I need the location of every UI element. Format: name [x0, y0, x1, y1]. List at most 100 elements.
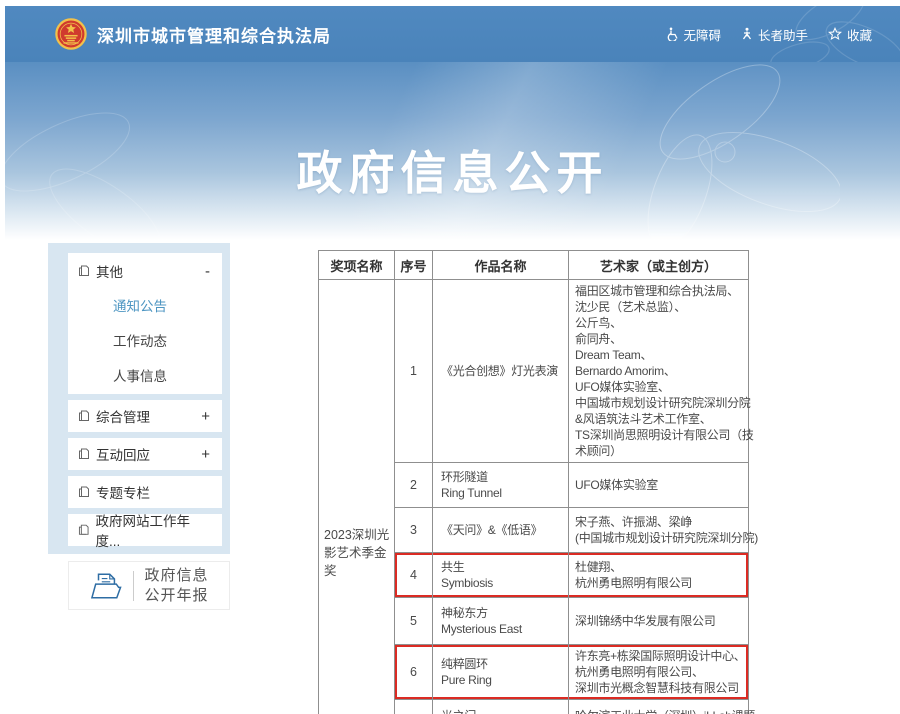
column-header-award-name: 奖项名称: [319, 251, 395, 280]
person-icon: [741, 27, 753, 41]
sidebar-item-personnel-info[interactable]: 人事信息: [68, 359, 222, 394]
artist-line: Bernardo Amorim、: [575, 363, 748, 379]
work-name-cell: 共生Symbiosis: [433, 553, 569, 598]
banner-flower-decoration-left: [5, 92, 235, 240]
artist-line: 俞同舟、: [575, 331, 748, 347]
sidebar-item-work-dynamics[interactable]: 工作动态: [68, 324, 222, 359]
column-header-artist: 艺术家（或主创方）: [569, 251, 749, 280]
artist-cell: UFO媒体实验室: [569, 463, 749, 508]
work-name-line: Symbiosis: [441, 575, 566, 591]
artist-line: &风语筑法斗艺术工作室、: [575, 411, 748, 427]
artist-line: TS深圳尚思照明设计有限公司（技: [575, 427, 748, 443]
artist-line: 杜健翔、: [575, 559, 748, 575]
sidebar-item-label: 互动回应: [96, 444, 150, 464]
artist-cell: 杜健翔、杭州勇电照明有限公司: [569, 553, 749, 598]
sidebar-group-interactive-response: 互动回应 +: [68, 438, 222, 470]
awards-table-body: 2023深圳光影艺术季金奖1 《光合创想》灯光表演福田区城市管理和综合执法局、沈少…: [319, 280, 749, 714]
document-icon: [78, 524, 90, 536]
table-row: 2023深圳光影艺术季金奖1《光合创想》灯光表演福田区城市管理和综合执法局、沈少…: [319, 280, 749, 463]
sidebar-group-special-columns: 专题专栏: [68, 476, 222, 508]
expand-icon[interactable]: +: [201, 447, 210, 462]
artist-line: 公斤鸟、: [575, 315, 748, 331]
artist-line: 许东亮+栋梁国际照明设计中心、: [575, 648, 748, 664]
document-icon: [78, 265, 90, 277]
work-name-line: 神秘东方: [441, 605, 566, 621]
seq-cell: 6: [395, 645, 433, 700]
sidebar-item-label: 政府网站工作年度...: [96, 510, 210, 550]
favorite-link[interactable]: 收藏: [828, 25, 872, 44]
work-name-line: Pure Ring: [441, 672, 566, 688]
sidebar-item-label: 综合管理: [96, 406, 150, 426]
divider: [133, 571, 134, 601]
award-name-cell: 2023深圳光影艺术季金奖: [319, 280, 395, 714]
column-header-work-name: 作品名称: [433, 251, 569, 280]
work-name-cell: 《光合创想》灯光表演: [433, 280, 569, 463]
document-icon: [78, 410, 90, 422]
seq-cell: 2: [395, 463, 433, 508]
sidebar-item-label: 专题专栏: [96, 482, 150, 502]
work-name-line: Mysterious East: [441, 621, 566, 637]
artist-line: Dream Team、: [575, 347, 748, 363]
star-icon: [828, 27, 842, 41]
page: 深圳市城市管理和综合执法局 无障碍 长者助手: [0, 0, 900, 714]
banner-flower-decoration: [540, 62, 840, 240]
work-name-cell: 纯粹圆环Pure Ring: [433, 645, 569, 700]
document-icon: [78, 486, 90, 498]
sidebar-item-interactive-response[interactable]: 互动回应 +: [68, 438, 222, 470]
work-name-cell: 光之门Door of Light: [433, 700, 569, 714]
seq-cell: 5: [395, 598, 433, 645]
elder-assistant-link[interactable]: 长者助手: [741, 25, 808, 44]
sidebar-group-comprehensive-management: 综合管理 +: [68, 400, 222, 432]
sidebar-item-notice-announcement[interactable]: 通知公告: [68, 289, 222, 324]
work-name-line: 光之门: [441, 708, 566, 714]
work-name-line: 《天问》&《低语》: [441, 522, 566, 538]
sidebar-group-other: 其他 - 通知公告 工作动态 人事信息: [68, 253, 222, 394]
sidebar-item-other[interactable]: 其他 -: [68, 253, 222, 289]
annual-report-card[interactable]: 政府信息 公开年报: [68, 561, 230, 610]
banner: 政府信息公开: [5, 62, 900, 240]
work-name-cell: 神秘东方Mysterious East: [433, 598, 569, 645]
artist-line: 杭州勇电照明有限公司: [575, 575, 748, 591]
header-links: 无障碍 长者助手 收藏: [665, 25, 872, 44]
document-icon: [78, 448, 90, 460]
site-title: 深圳市城市管理和综合执法局: [97, 22, 331, 47]
sidebar-item-website-annual-report[interactable]: 政府网站工作年度...: [68, 514, 222, 546]
expand-icon[interactable]: +: [201, 409, 210, 424]
artist-cell: 福田区城市管理和综合执法局、沈少民（艺术总监）、公斤鸟、俞同舟、Dream Te…: [569, 280, 749, 463]
artist-line: 哈尔滨工业大学（深圳）iLLab课题: [575, 708, 748, 714]
work-name-line: 共生: [441, 559, 566, 575]
seq-cell: 3: [395, 508, 433, 553]
work-name-line: 纯粹圆环: [441, 656, 566, 672]
artist-line: (中国城市规划设计研究院深圳分院): [575, 530, 748, 546]
accessibility-label: 无障碍: [683, 25, 721, 44]
folder-icon: [89, 571, 123, 601]
work-name-cell: 《天问》&《低语》: [433, 508, 569, 553]
elder-assistant-label: 长者助手: [758, 25, 808, 44]
favorite-label: 收藏: [847, 25, 872, 44]
artist-line: 沈少民（艺术总监）、: [575, 299, 748, 315]
sidebar-item-comprehensive-management[interactable]: 综合管理 +: [68, 400, 222, 432]
artist-line: 中国城市规划设计研究院深圳分院: [575, 395, 748, 411]
seq-cell: 1: [395, 280, 433, 463]
artist-line: 深圳锦绣中华发展有限公司: [575, 613, 748, 629]
national-emblem-logo: [55, 18, 87, 50]
table-header-row: 奖项名称 序号 作品名称 艺术家（或主创方）: [319, 251, 749, 280]
sidebar-item-special-columns[interactable]: 专题专栏: [68, 476, 222, 508]
artist-cell: 深圳锦绣中华发展有限公司: [569, 598, 749, 645]
sidebar: 其他 - 通知公告 工作动态 人事信息 综合管理 +: [48, 243, 230, 554]
artist-line: 杭州勇电照明有限公司、: [575, 664, 748, 680]
work-name-line: 环形隧道: [441, 469, 566, 485]
collapse-icon[interactable]: -: [205, 264, 210, 279]
awards-table: 奖项名称 序号 作品名称 艺术家（或主创方） 2023深圳光影艺术季金奖1 《光合…: [318, 250, 749, 714]
artist-line: 宋子燕、许振湖、梁峥: [575, 514, 748, 530]
work-name-line: 《光合创想》灯光表演: [441, 363, 566, 379]
sidebar-group-website-annual: 政府网站工作年度...: [68, 514, 222, 546]
page-title: 政府信息公开: [5, 137, 900, 203]
accessibility-link[interactable]: 无障碍: [665, 25, 721, 44]
seq-cell: 4: [395, 553, 433, 598]
artist-line: 深圳市光概念智慧科技有限公司: [575, 680, 748, 696]
column-header-seq: 序号: [395, 251, 433, 280]
sidebar-item-label: 其他: [96, 261, 123, 281]
seq-cell: 7: [395, 700, 433, 714]
artist-cell: 许东亮+栋梁国际照明设计中心、杭州勇电照明有限公司、深圳市光概念智慧科技有限公司: [569, 645, 749, 700]
